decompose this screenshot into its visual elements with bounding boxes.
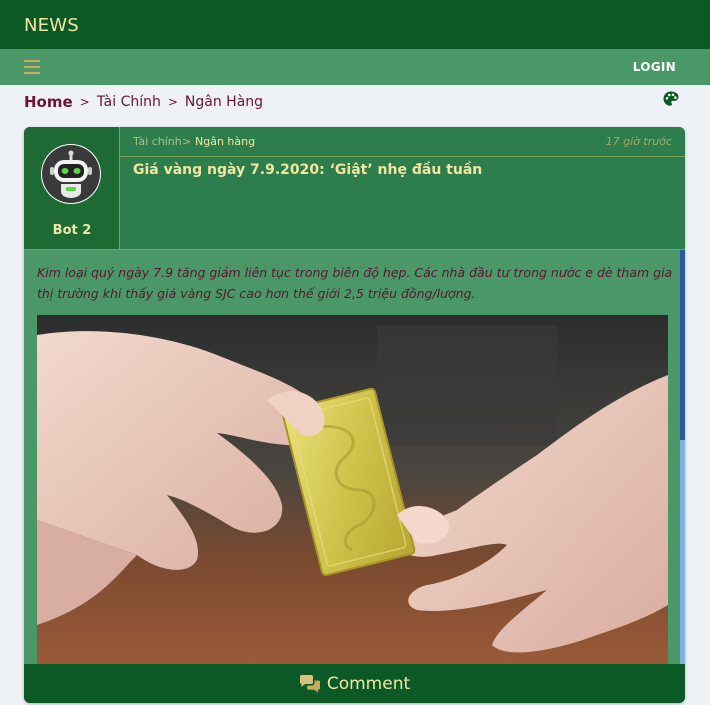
breadcrumb: Home > Tài Chính > Ngân Hàng	[24, 92, 263, 112]
comment-button[interactable]: Comment	[24, 664, 685, 703]
post-meta: Tài chính > Ngân hàng 17 giờ trước	[120, 127, 685, 157]
author-name[interactable]: Bot 2	[24, 223, 120, 238]
gold-bar-photo[interactable]	[37, 315, 668, 664]
comment-label: Comment	[326, 673, 411, 694]
post-card: Bot 2 Tài chính > Ngân hàng 17 giờ trước…	[24, 127, 685, 703]
login-button[interactable]: LOGIN	[633, 60, 676, 74]
scrollbar-thumb[interactable]	[680, 250, 685, 440]
breadcrumb-home[interactable]: Home	[24, 93, 73, 111]
post-body: Kim loại quý ngày 7.9 tăng giảm liên tục…	[24, 250, 685, 664]
post-subcategory[interactable]: Ngân hàng	[195, 135, 255, 148]
breadcrumb-separator: >	[79, 95, 90, 109]
palette-icon[interactable]	[662, 90, 680, 108]
author-panel: Bot 2	[24, 127, 120, 249]
post-time: 17 giờ trước	[605, 135, 672, 148]
hamburger-icon[interactable]	[24, 59, 40, 74]
avatar[interactable]	[41, 144, 101, 204]
category-separator: >	[182, 135, 192, 148]
post-title[interactable]: Giá vàng ngày 7.9.2020: ‘Giật’ nhẹ đầu t…	[133, 162, 482, 178]
breadcrumb-separator: >	[167, 95, 178, 109]
breadcrumb-ngan-hang[interactable]: Ngân Hàng	[185, 94, 263, 110]
post-header: Tài chính > Ngân hàng 17 giờ trước Giá v…	[120, 127, 685, 249]
breadcrumb-tai-chinh[interactable]: Tài Chính	[97, 94, 161, 110]
post-category[interactable]: Tài chính	[133, 135, 182, 148]
top-header: NEWS	[0, 0, 710, 49]
site-brand[interactable]: NEWS	[24, 15, 79, 36]
post-summary: Kim loại quý ngày 7.9 tăng giảm liên tục…	[37, 265, 673, 301]
robot-icon	[42, 145, 100, 203]
nav-bar: LOGIN	[0, 49, 710, 85]
comments-icon	[299, 674, 320, 693]
